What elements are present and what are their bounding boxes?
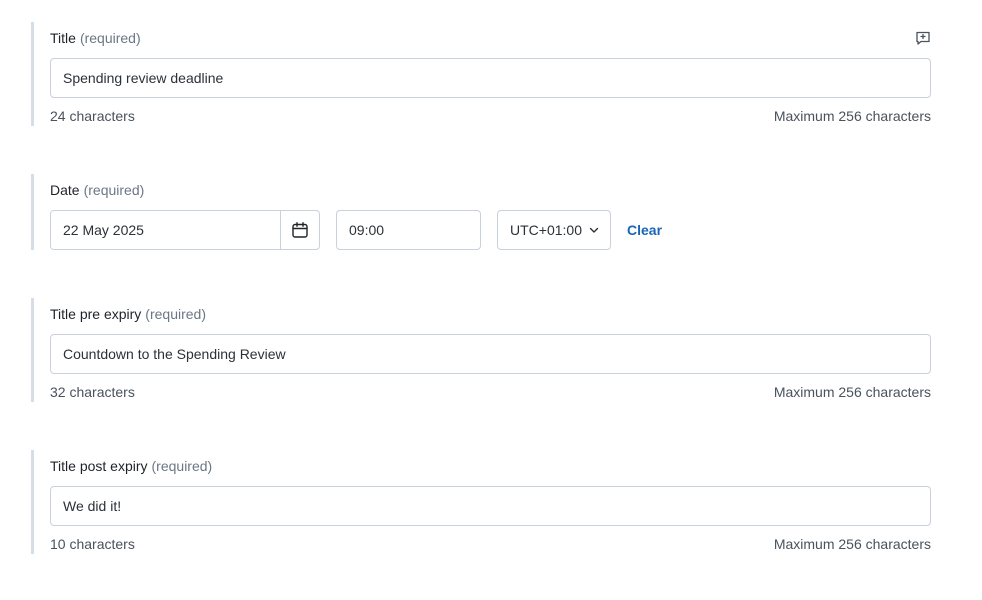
title-post-input[interactable] <box>50 486 931 526</box>
title-post-label: Title post expiry <box>50 458 148 474</box>
timezone-value: UTC+01:00 <box>510 222 582 238</box>
title-label: Title <box>50 30 76 46</box>
calendar-button[interactable] <box>280 211 319 249</box>
title-post-expiry-field: Title post expiry (required) 10 characte… <box>31 450 931 554</box>
date-label: Date <box>50 182 80 198</box>
title-post-help-row: 10 characters Maximum 256 characters <box>50 536 931 552</box>
date-required-hint: (required) <box>83 182 145 198</box>
title-char-max: Maximum 256 characters <box>773 108 931 124</box>
title-pre-input[interactable] <box>50 334 931 374</box>
timezone-select[interactable]: UTC+01:00 <box>497 210 611 250</box>
calendar-icon <box>292 222 308 238</box>
date-label-row: Date (required) <box>50 180 931 200</box>
date-row: UTC+01:00 Clear <box>50 210 931 250</box>
title-pre-char-count: 32 characters <box>50 384 135 400</box>
title-post-char-max: Maximum 256 characters <box>773 536 931 552</box>
title-post-label-row: Title post expiry (required) <box>50 456 931 476</box>
chevron-down-icon <box>589 227 599 233</box>
title-post-required-hint: (required) <box>151 458 213 474</box>
time-input[interactable] <box>336 210 481 250</box>
title-required-hint: (required) <box>79 30 141 46</box>
title-field: Title (required) 24 characters Maximum 2… <box>31 22 931 126</box>
title-input[interactable] <box>50 58 931 98</box>
date-field: Date (required) UTC+01:00 Clear <box>31 174 931 250</box>
title-label-row: Title (required) <box>50 28 931 48</box>
title-pre-label: Title pre expiry <box>50 306 142 322</box>
title-pre-char-max: Maximum 256 characters <box>773 384 931 400</box>
date-input[interactable] <box>51 211 280 249</box>
date-picker <box>50 210 320 250</box>
title-help-row: 24 characters Maximum 256 characters <box>50 108 931 124</box>
title-pre-help-row: 32 characters Maximum 256 characters <box>50 384 931 400</box>
clear-date-button[interactable]: Clear <box>627 222 662 238</box>
title-char-count: 24 characters <box>50 108 135 124</box>
comment-add-icon[interactable] <box>915 30 931 46</box>
title-pre-required-hint: (required) <box>145 306 206 322</box>
title-post-char-count: 10 characters <box>50 536 135 552</box>
title-pre-label-row: Title pre expiry (required) <box>50 304 931 324</box>
title-pre-expiry-field: Title pre expiry (required) 32 character… <box>31 298 931 402</box>
